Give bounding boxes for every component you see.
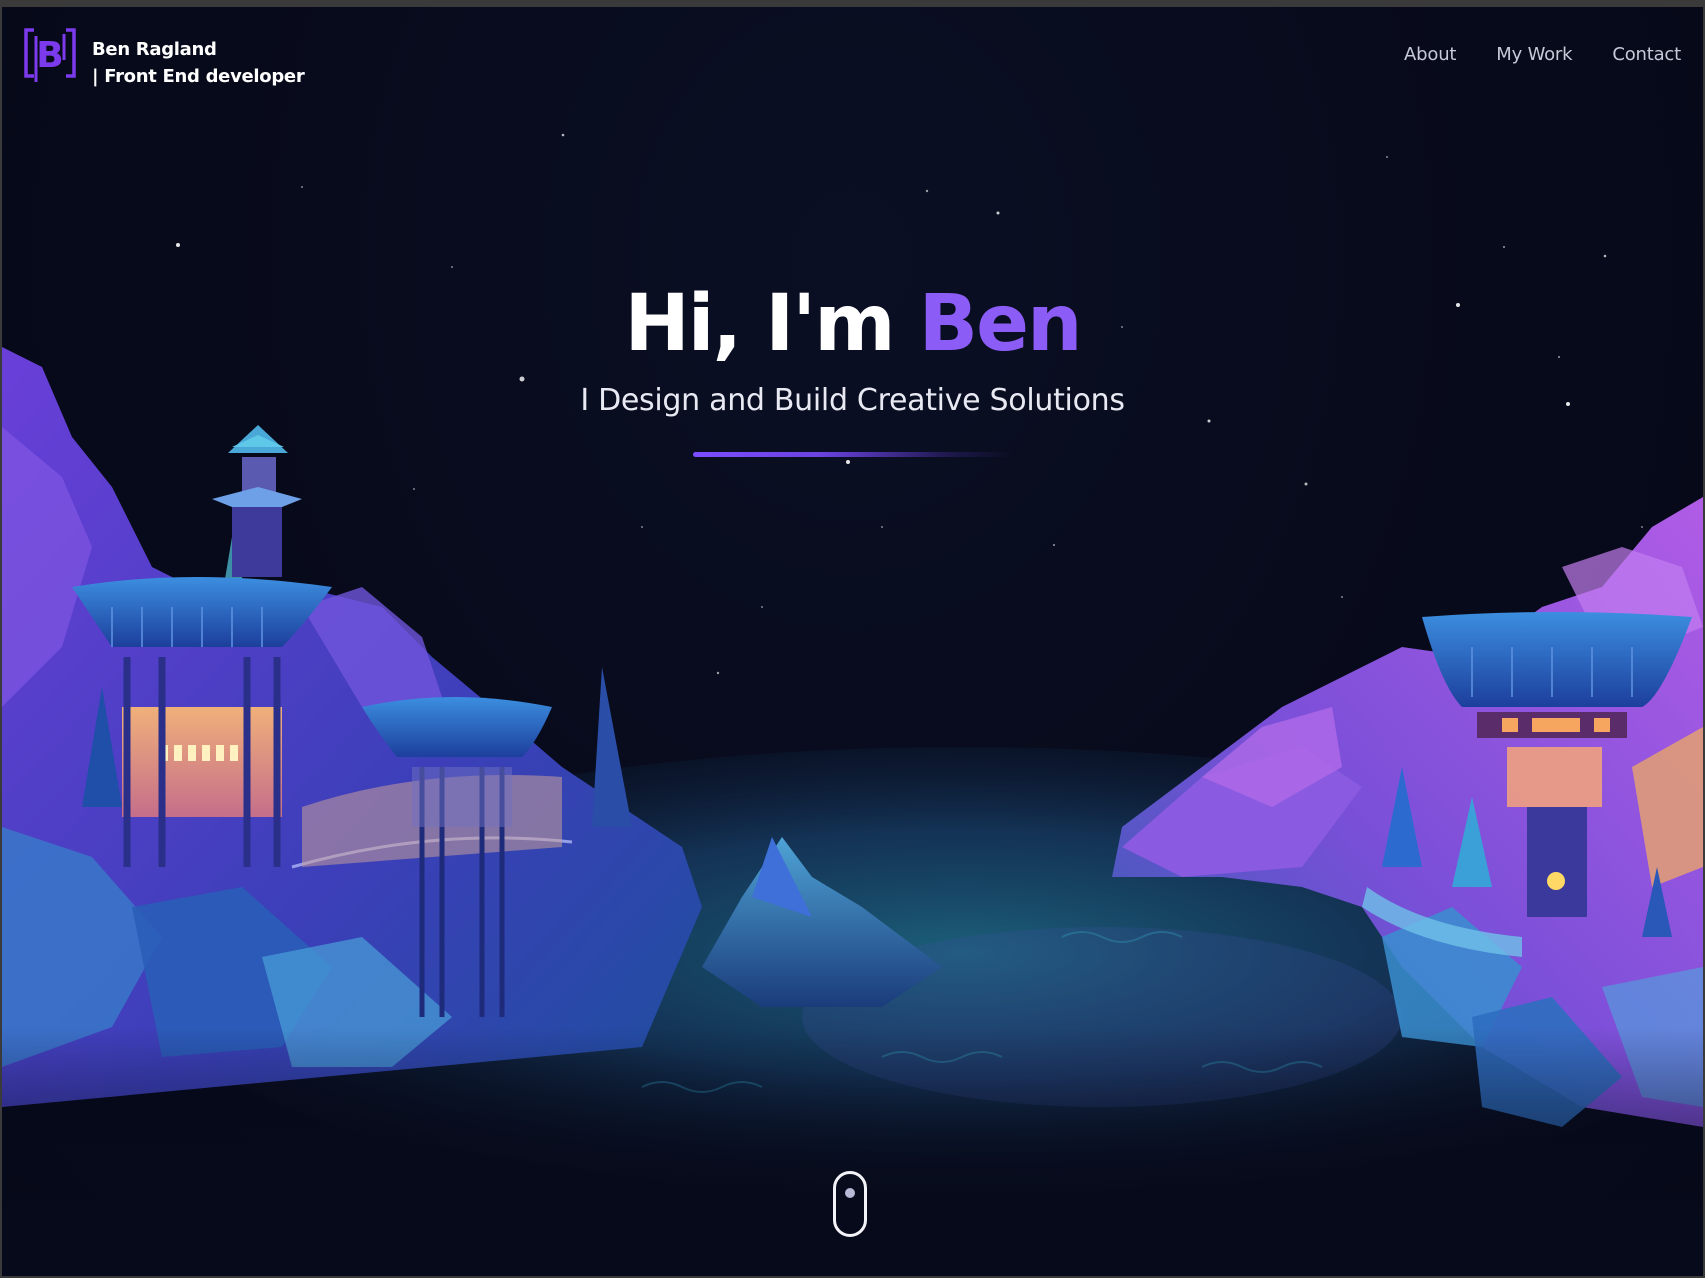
scroll-wheel-dot [845,1188,855,1198]
hero-subtitle: I Design and Build Creative Solutions [580,383,1125,418]
main-nav: About My Work Contact [1404,44,1681,65]
hero-background-scene [2,133,1703,1276]
brand-text: Ben Ragland | Front End developer [92,36,305,90]
site-header: B Ben Ragland | Front End developer Abou… [2,7,1703,107]
nav-link-my-work[interactable]: My Work [1496,44,1572,65]
brand-name: Ben Ragland [92,39,217,60]
left-cliff-illustration [2,347,942,1107]
hero-section: Hi, I'm Ben I Design and Build Creative … [2,277,1703,418]
page-frame: B Ben Ragland | Front End developer Abou… [2,7,1703,1276]
svg-text:B: B [36,35,63,76]
brand[interactable]: B Ben Ragland | Front End developer [22,26,305,90]
hero-title: Hi, I'm Ben [2,277,1703,371]
hero-greeting: Hi, I'm [624,279,919,369]
bracket-b-logo-icon: B [22,26,78,82]
mouse-scroll-icon[interactable] [833,1171,867,1237]
brand-tagline: | Front End developer [92,66,305,87]
hero-name: Ben [918,279,1083,369]
nav-link-about[interactable]: About [1404,44,1456,65]
hero-divider [693,452,1013,457]
nav-link-contact[interactable]: Contact [1612,44,1681,65]
